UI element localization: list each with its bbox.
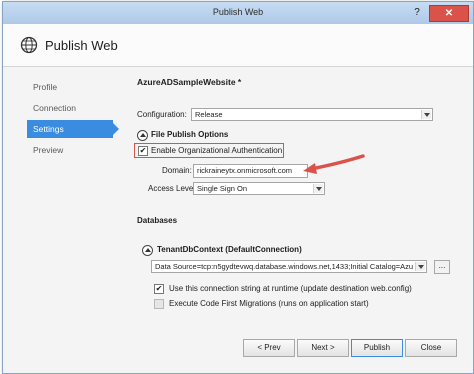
connection-string-value: Data Source=tcp:n5gydtevwq.database.wind… (155, 262, 414, 271)
file-publish-options-heading: File Publish Options (151, 130, 229, 139)
nav-item-profile[interactable]: Profile (27, 78, 113, 96)
configuration-value: Release (195, 110, 223, 119)
chevron-down-icon (421, 110, 431, 119)
db-context-name: TenantDbContext (DefaultConnection) (157, 245, 302, 254)
use-conn-string-label: Use this connection string at runtime (u… (169, 284, 412, 293)
code-first-label: Execute Code First Migrations (runs on a… (169, 299, 369, 308)
access-level-value: Single Sign On (197, 184, 248, 193)
use-conn-string-checkbox[interactable]: ✔ (154, 284, 164, 294)
globe-icon (20, 36, 38, 54)
nav-item-connection[interactable]: Connection (27, 99, 113, 117)
code-first-checkbox[interactable] (154, 299, 164, 309)
close-window-button[interactable]: ✕ (429, 5, 469, 22)
access-level-select[interactable]: Single Sign On (193, 182, 325, 195)
nav-item-preview[interactable]: Preview (27, 141, 113, 159)
dialog-header: Publish Web (3, 24, 473, 67)
chevron-down-icon (415, 262, 425, 271)
window-title: Publish Web (212, 7, 264, 17)
collapse-file-publish-icon[interactable] (137, 130, 148, 141)
collapse-db-context-icon[interactable] (142, 245, 153, 256)
next-button[interactable]: Next > (297, 339, 349, 357)
connection-string-select[interactable]: Data Source=tcp:n5gydtevwq.database.wind… (151, 260, 427, 273)
wizard-nav: Profile Connection Settings Preview (3, 67, 121, 373)
publish-web-dialog: Publish Web ? ✕ Publish Web Profile Conn… (2, 1, 474, 374)
dialog-title: Publish Web (45, 38, 118, 53)
arrow-annotation-icon (303, 154, 365, 174)
enable-org-auth-label: Enable Organizational Authentication (151, 146, 283, 155)
domain-label: Domain: (162, 166, 192, 175)
access-level-label: Access Level: (148, 184, 198, 193)
prev-button[interactable]: < Prev (243, 339, 295, 357)
publish-button[interactable]: Publish (351, 339, 403, 357)
title-bar: Publish Web ? ✕ (3, 2, 473, 24)
domain-input[interactable]: rickraineytx.onmicrosoft.com (193, 164, 308, 178)
databases-heading: Databases (137, 216, 178, 225)
configuration-label: Configuration: (137, 110, 187, 119)
configuration-select[interactable]: Release (191, 108, 433, 121)
settings-panel: AzureADSampleWebsite * Configuration: Re… (121, 67, 473, 373)
close-button[interactable]: Close (405, 339, 457, 357)
chevron-down-icon (313, 184, 323, 193)
help-icon[interactable]: ? (410, 6, 424, 19)
enable-org-auth-checkbox[interactable]: ✔ (138, 146, 148, 156)
profile-name: AzureADSampleWebsite * (137, 77, 242, 87)
browse-connection-button[interactable]: ... (434, 260, 450, 274)
nav-item-settings[interactable]: Settings (27, 120, 119, 138)
